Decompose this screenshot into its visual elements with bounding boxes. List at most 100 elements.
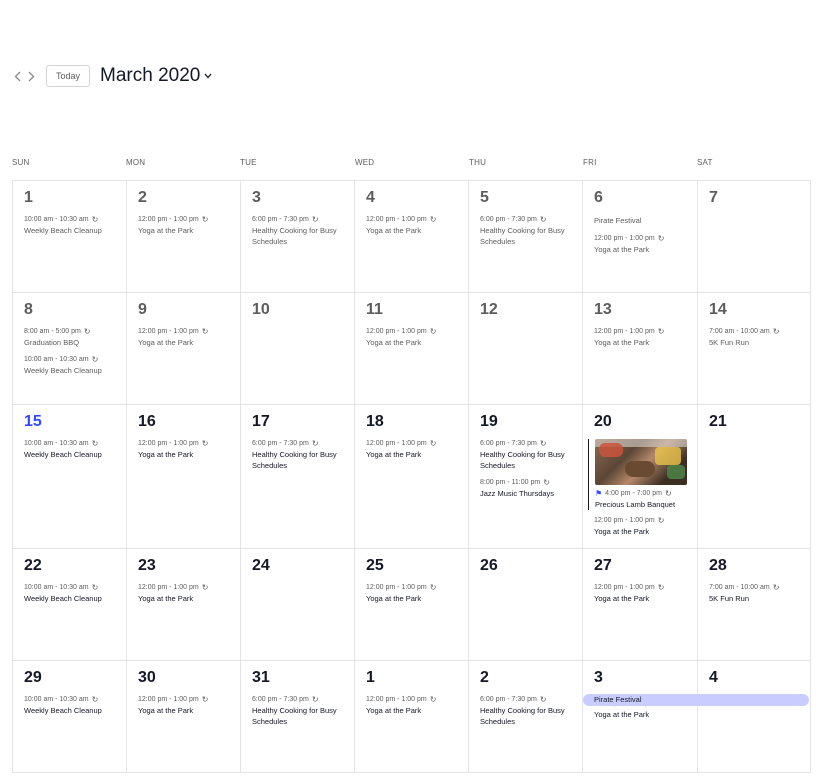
- day-cell[interactable]: 13 12:00 pm - 1:00 pm ↻ Yoga at the Park: [582, 292, 697, 404]
- day-cell[interactable]: 15 10:00 am - 10:30 am ↻ Weekly Beach Clean…: [12, 404, 126, 548]
- day-number[interactable]: 3: [594, 669, 603, 687]
- event-title[interactable]: Weekly Beach Cleanup: [24, 365, 120, 376]
- day-number[interactable]: 11: [366, 301, 383, 319]
- event-item[interactable]: 7:00 am - 10:00 am ↻ 5K Fun Run: [709, 583, 804, 604]
- day-number[interactable]: 19: [480, 413, 498, 431]
- event-title[interactable]: Healthy Cooking for Busy Schedules: [252, 705, 348, 727]
- event-item[interactable]: 12:00 pm - 1:00 pm↻Yoga at the Park: [366, 583, 462, 604]
- event-item[interactable]: 12:00 pm - 1:00 pm↻Yoga at the Park: [138, 439, 234, 460]
- event-item[interactable]: 12:00 pm - 1:00 pm↻Yoga at the Park: [594, 583, 691, 604]
- event-item[interactable]: 6:00 pm - 7:30 pm ↻ Healthy Cooking for Bu…: [252, 695, 348, 727]
- event-title[interactable]: 5K Fun Run: [709, 593, 804, 604]
- day-number[interactable]: 7: [709, 189, 718, 207]
- event-item[interactable]: 12:00 pm - 1:00 pm↻Yoga at the Park: [594, 234, 691, 255]
- day-cell[interactable]: 18 12:00 pm - 1:00 pm ↻ Yoga at the Park: [354, 404, 468, 548]
- event-item[interactable]: 12:00 pm - 1:00 pm↻Yoga at the Park: [366, 327, 462, 348]
- day-cell[interactable]: 25 12:00 pm - 1:00 pm ↻ Yoga at the Park: [354, 548, 468, 660]
- event-item[interactable]: 10:00 am - 10:30 am ↻ Weekly Beach Cleanup: [24, 215, 120, 236]
- day-cell[interactable]: 10: [240, 292, 354, 404]
- event-thumbnail[interactable]: [595, 439, 687, 485]
- day-number[interactable]: 8: [24, 301, 33, 319]
- event-title[interactable]: Yoga at the Park: [594, 593, 691, 604]
- day-cell[interactable]: 20 ⚑ 4:00 pm - 7:00 pm ↻ Precious Lamb Banqu…: [582, 404, 697, 548]
- day-cell[interactable]: 31 6:00 pm - 7:30 pm ↻ Healthy Cooking for …: [240, 660, 354, 773]
- day-cell[interactable]: 24: [240, 548, 354, 660]
- event-title[interactable]: Healthy Cooking for Busy Schedules: [480, 225, 576, 247]
- multiday-event-pirate-festival[interactable]: Pirate Festival: [583, 694, 809, 706]
- event-title[interactable]: Yoga at the Park: [594, 709, 691, 720]
- event-item[interactable]: 12:00 pm - 1:00 pm↻Yoga at the Park: [594, 327, 691, 348]
- event-item[interactable]: 12:00 pm - 1:00 pm↻Yoga at the Park: [138, 215, 234, 236]
- day-number[interactable]: 24: [252, 557, 270, 575]
- event-title[interactable]: 5K Fun Run: [709, 337, 804, 348]
- day-cell[interactable]: 23 12:00 pm - 1:00 pm ↻ Yoga at the Park: [126, 548, 240, 660]
- event-item[interactable]: 12:00 pm - 1:00 pm↻Yoga at the Park: [366, 439, 462, 460]
- day-number[interactable]: 4: [709, 669, 718, 687]
- day-number[interactable]: 17: [252, 413, 270, 431]
- day-cell[interactable]: 2 12:00 pm - 1:00 pm ↻ Yoga at the Park: [126, 180, 240, 292]
- event-item[interactable]: 10:00 am - 10:30 am ↻ Weekly Beach Cleanup: [24, 439, 120, 460]
- day-number[interactable]: 2: [480, 669, 489, 687]
- day-cell[interactable]: 8 8:00 am - 5:00 pm ↻ Graduation BBQ 10:00 a…: [12, 292, 126, 404]
- event-title[interactable]: Yoga at the Park: [594, 244, 691, 255]
- day-number[interactable]: 13: [594, 301, 612, 319]
- event-item[interactable]: 8:00 am - 5:00 pm ↻ Graduation BBQ: [24, 327, 120, 348]
- event-title[interactable]: Yoga at the Park: [138, 705, 234, 716]
- event-title[interactable]: Yoga at the Park: [366, 225, 462, 236]
- month-selector[interactable]: March 2020: [100, 65, 212, 87]
- day-cell[interactable]: 28 7:00 am - 10:00 am ↻ 5K Fun Run: [697, 548, 811, 660]
- day-number[interactable]: 27: [594, 557, 612, 575]
- day-number[interactable]: 12: [480, 301, 498, 319]
- day-cell[interactable]: 12: [468, 292, 582, 404]
- event-title[interactable]: Precious Lamb Banquet: [595, 499, 691, 510]
- event-title[interactable]: Weekly Beach Cleanup: [24, 705, 120, 716]
- day-cell[interactable]: 26: [468, 548, 582, 660]
- event-title[interactable]: Yoga at the Park: [138, 337, 234, 348]
- day-cell[interactable]: 312:00 pm - 1:00 pm↻Yoga at the Park: [582, 660, 697, 773]
- day-cell[interactable]: 16 12:00 pm - 1:00 pm ↻ Yoga at the Park: [126, 404, 240, 548]
- event-item[interactable]: 10:00 am - 10:30 am ↻ Weekly Beach Cleanup: [24, 695, 120, 716]
- day-number[interactable]: 31: [252, 669, 270, 687]
- next-month-button[interactable]: [24, 67, 38, 85]
- event-title[interactable]: Weekly Beach Cleanup: [24, 225, 120, 236]
- event-item[interactable]: 6:00 pm - 7:30 pm ↻ Healthy Cooking for Bu…: [252, 439, 348, 471]
- day-number[interactable]: 26: [480, 557, 498, 575]
- day-cell[interactable]: 30 12:00 pm - 1:00 pm ↻ Yoga at the Park: [126, 660, 240, 773]
- day-cell[interactable]: 5 6:00 pm - 7:30 pm ↻ Healthy Cooking for B…: [468, 180, 582, 292]
- prev-month-button[interactable]: [10, 67, 24, 85]
- day-cell[interactable]: 11 12:00 pm - 1:00 pm ↻ Yoga at the Park: [354, 292, 468, 404]
- day-cell[interactable]: 9 12:00 pm - 1:00 pm ↻ Yoga at the Park: [126, 292, 240, 404]
- day-number[interactable]: 10: [252, 301, 270, 319]
- day-cell[interactable]: 2 6:00 pm - 7:30 pm ↻ Healthy Cooking for B…: [468, 660, 582, 773]
- day-number[interactable]: 28: [709, 557, 727, 575]
- allday-event[interactable]: Pirate Festival: [594, 215, 691, 226]
- event-title[interactable]: Healthy Cooking for Busy Schedules: [252, 449, 348, 471]
- day-number[interactable]: 22: [24, 557, 42, 575]
- day-number[interactable]: 29: [24, 669, 42, 687]
- day-number[interactable]: 16: [138, 413, 156, 431]
- day-number[interactable]: 3: [252, 189, 261, 207]
- event-title[interactable]: Yoga at the Park: [594, 337, 691, 348]
- day-cell[interactable]: 4 12:00 pm - 1:00 pm ↻ Yoga at the Park: [354, 180, 468, 292]
- event-title[interactable]: Yoga at the Park: [594, 526, 691, 537]
- day-cell[interactable]: 27 12:00 pm - 1:00 pm ↻ Yoga at the Park: [582, 548, 697, 660]
- event-item[interactable]: 12:00 pm - 1:00 pm↻Yoga at the Park: [138, 327, 234, 348]
- day-cell[interactable]: 22 10:00 am - 10:30 am ↻ Weekly Beach Clean…: [12, 548, 126, 660]
- day-number[interactable]: 18: [366, 413, 384, 431]
- event-item[interactable]: 6:00 pm - 7:30 pm ↻ Healthy Cooking for Bu…: [480, 439, 576, 471]
- day-cell[interactable]: 3 6:00 pm - 7:30 pm ↻ Healthy Cooking for B…: [240, 180, 354, 292]
- day-number[interactable]: 1: [24, 189, 33, 207]
- event-title[interactable]: Yoga at the Park: [366, 337, 462, 348]
- event-title[interactable]: Jazz Music Thursdays: [480, 488, 576, 499]
- event-item[interactable]: 10:00 am - 10:30 am ↻ Weekly Beach Cleanup: [24, 583, 120, 604]
- event-title[interactable]: Graduation BBQ: [24, 337, 120, 348]
- day-cell[interactable]: 29 10:00 am - 10:30 am ↻ Weekly Beach Clean…: [12, 660, 126, 773]
- event-title[interactable]: Yoga at the Park: [138, 225, 234, 236]
- event-item[interactable]: 8:00 pm - 11:00 pm ↻ Jazz Music Thursdays: [480, 478, 576, 499]
- featured-event[interactable]: ⚑ 4:00 pm - 7:00 pm ↻ Precious Lamb Banquet: [588, 439, 691, 510]
- event-item[interactable]: 6:00 pm - 7:30 pm ↻ Healthy Cooking for Bu…: [480, 695, 576, 727]
- event-item[interactable]: 10:00 am - 10:30 am ↻ Weekly Beach Cleanup: [24, 355, 120, 376]
- day-cell[interactable]: 21: [697, 404, 811, 548]
- day-cell[interactable]: 7: [697, 180, 811, 292]
- event-title[interactable]: Yoga at the Park: [138, 449, 234, 460]
